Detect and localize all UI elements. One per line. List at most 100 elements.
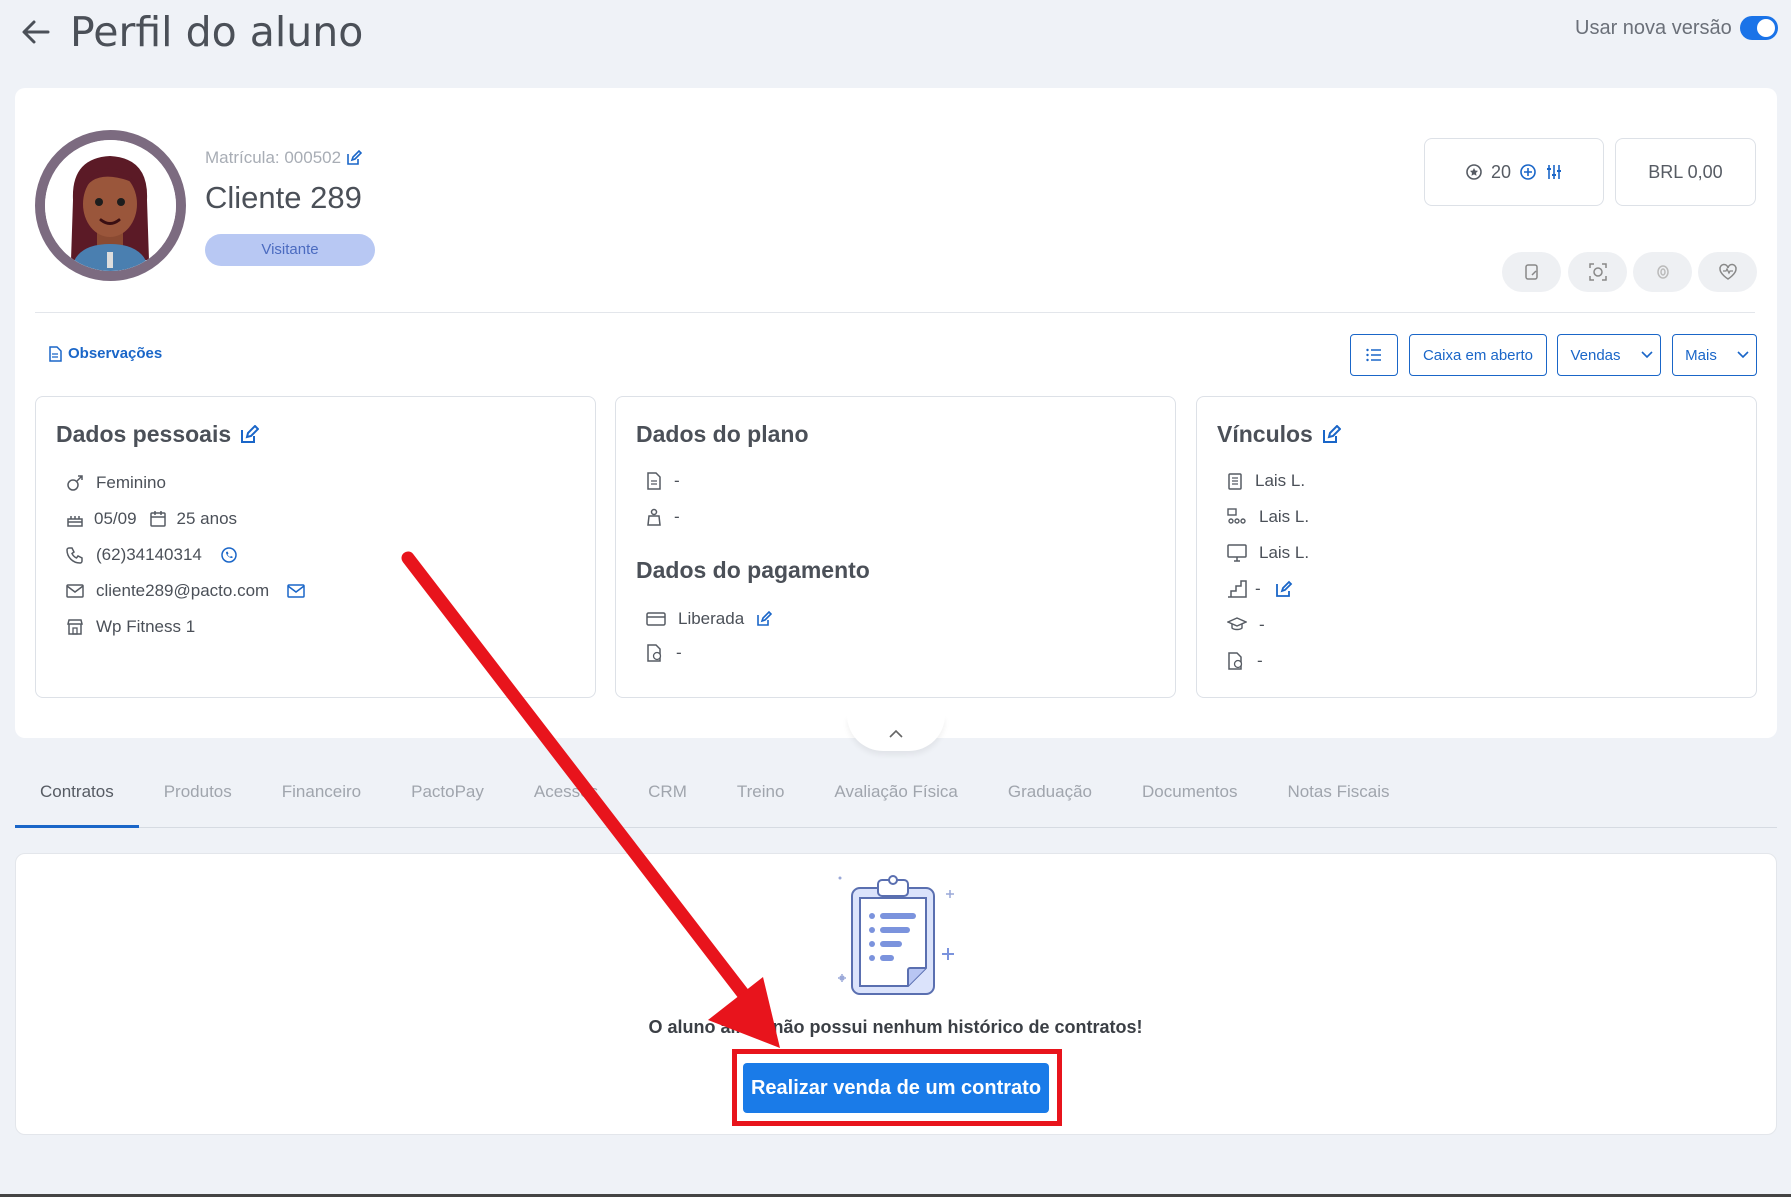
edit-icon[interactable] bbox=[1275, 580, 1293, 598]
personal-data-title-text: Dados pessoais bbox=[56, 421, 232, 447]
payment-status: Liberada bbox=[678, 609, 745, 628]
tab-notas-fiscais[interactable]: Notas Fiscais bbox=[1262, 770, 1414, 828]
graduation-value: - bbox=[1259, 615, 1265, 634]
mail-icon bbox=[66, 584, 84, 598]
graduation-cap-icon bbox=[1227, 617, 1247, 631]
edit-icon[interactable] bbox=[346, 150, 363, 166]
edit-icon[interactable] bbox=[239, 424, 260, 445]
gender-value: Feminino bbox=[96, 473, 166, 492]
face-recognition-button[interactable] bbox=[1568, 252, 1627, 292]
age-value: 25 anos bbox=[176, 509, 238, 528]
email-row: cliente289@pacto.com bbox=[66, 581, 305, 601]
status-badge: Visitante bbox=[205, 234, 375, 266]
points-value: 20 bbox=[1490, 161, 1512, 182]
chevron-down-icon bbox=[1640, 351, 1653, 359]
sales-dropdown-button[interactable] bbox=[1633, 334, 1661, 376]
new-version-toggle[interactable] bbox=[1740, 16, 1778, 40]
fingerprint-button[interactable] bbox=[1633, 252, 1692, 292]
teacher-row: Lais L. bbox=[1227, 507, 1309, 527]
birthday-row: 05/09 25 anos bbox=[66, 509, 237, 529]
store-icon bbox=[67, 619, 83, 635]
collapse-button[interactable] bbox=[847, 715, 945, 751]
list-button[interactable] bbox=[1350, 334, 1398, 376]
financial-value: - bbox=[1257, 651, 1263, 670]
tab-graduacao[interactable]: Graduação bbox=[983, 770, 1117, 828]
empty-contracts-message: O aluno ainda não possui nenhum históric… bbox=[648, 1017, 1143, 1037]
annotation-highlight-box bbox=[732, 1049, 1062, 1126]
new-version-label: Usar nova versão bbox=[1575, 17, 1732, 39]
email-value: cliente289@pacto.com bbox=[96, 581, 270, 600]
consultant-value: Lais L. bbox=[1255, 471, 1306, 490]
document-icon bbox=[49, 345, 62, 362]
gender-icon bbox=[67, 475, 83, 491]
tab-pactopay[interactable]: PactoPay bbox=[386, 770, 509, 828]
personal-data-card: Dados pessoais Feminino 05/09 25 anos (6… bbox=[35, 396, 596, 698]
open-cash-button[interactable]: Caixa em aberto bbox=[1409, 334, 1547, 376]
personal-data-title: Dados pessoais bbox=[56, 421, 260, 448]
tab-documentos[interactable]: Documentos bbox=[1117, 770, 1262, 828]
cake-icon bbox=[67, 516, 83, 527]
client-name: Cliente 289 bbox=[205, 180, 362, 215]
whatsapp-icon[interactable] bbox=[220, 546, 238, 564]
financial-row: - bbox=[1227, 651, 1263, 671]
plan-extra-value: - bbox=[674, 507, 680, 526]
edit-icon[interactable] bbox=[1321, 424, 1341, 445]
balance-box: BRL 0,00 bbox=[1615, 138, 1756, 206]
payment-row: Liberada bbox=[646, 609, 773, 629]
tab-crm[interactable]: CRM bbox=[623, 770, 712, 828]
adjust-points-icon[interactable] bbox=[1545, 163, 1563, 181]
empty-clipboard-illustration bbox=[838, 875, 954, 995]
level-row: - bbox=[1227, 579, 1293, 599]
tab-acessos[interactable]: Acessos bbox=[509, 770, 623, 828]
tab-contratos[interactable]: Contratos bbox=[15, 770, 139, 828]
observations-label: Observações bbox=[68, 345, 163, 362]
terminal-value: Lais L. bbox=[1259, 543, 1310, 562]
more-button[interactable]: Mais bbox=[1672, 334, 1730, 376]
tab-financeiro[interactable]: Financeiro bbox=[257, 770, 386, 828]
invoice-icon bbox=[647, 644, 662, 662]
payment-data-title: Dados do pagamento bbox=[636, 557, 870, 583]
document-button[interactable] bbox=[1502, 252, 1561, 292]
chevron-up-icon bbox=[889, 729, 903, 738]
sales-button[interactable]: Vendas bbox=[1557, 334, 1634, 376]
chevron-down-icon bbox=[1736, 351, 1749, 359]
tab-treino[interactable]: Treino bbox=[712, 770, 810, 828]
plan-data-card: Dados do plano - - Dados do pagamento Li… bbox=[615, 396, 1176, 698]
add-points-icon[interactable] bbox=[1519, 163, 1537, 181]
gender-row: Feminino bbox=[66, 473, 166, 493]
points-box: 20 bbox=[1424, 138, 1604, 206]
back-arrow-icon[interactable] bbox=[18, 14, 54, 50]
divider bbox=[35, 312, 1755, 313]
avatar bbox=[35, 130, 186, 281]
send-email-icon[interactable] bbox=[287, 583, 305, 599]
plan-data-title: Dados do plano bbox=[636, 421, 809, 447]
matricula-label: Matrícula: 000502 bbox=[205, 148, 363, 168]
edit-icon[interactable] bbox=[756, 611, 773, 627]
more-dropdown-button[interactable] bbox=[1729, 334, 1757, 376]
links-card: Vínculos Lais L. Lais L. Lais L. - - - bbox=[1196, 396, 1757, 698]
observations-link[interactable]: Observações bbox=[48, 345, 162, 362]
balance-value: BRL 0,00 bbox=[1648, 161, 1723, 182]
calendar-icon bbox=[149, 511, 166, 527]
level-value: - bbox=[1255, 579, 1261, 598]
plan-row: - bbox=[646, 471, 680, 491]
monitor-icon bbox=[1227, 544, 1247, 562]
unit-value: Wp Fitness 1 bbox=[96, 617, 196, 636]
payment-extra-row: - bbox=[646, 643, 682, 663]
list-icon bbox=[1366, 348, 1381, 362]
health-button[interactable] bbox=[1698, 252, 1757, 292]
document-sign-icon bbox=[1524, 264, 1538, 280]
contract-icon bbox=[647, 472, 661, 490]
fingerprint-icon bbox=[1656, 265, 1669, 279]
links-title: Vínculos bbox=[1217, 421, 1341, 448]
heart-pulse-icon bbox=[1718, 263, 1737, 280]
links-title-text: Vínculos bbox=[1217, 421, 1313, 447]
tab-avaliacao-fisica[interactable]: Avaliação Física bbox=[809, 770, 982, 828]
stairs-icon bbox=[1228, 580, 1247, 598]
teacher-board-icon bbox=[1227, 508, 1246, 524]
phone-value: (62)34140314 bbox=[96, 545, 202, 564]
tab-produtos[interactable]: Produtos bbox=[139, 770, 257, 828]
teacher-value: Lais L. bbox=[1259, 507, 1310, 526]
credit-card-icon bbox=[646, 612, 666, 626]
unit-row: Wp Fitness 1 bbox=[66, 617, 195, 637]
